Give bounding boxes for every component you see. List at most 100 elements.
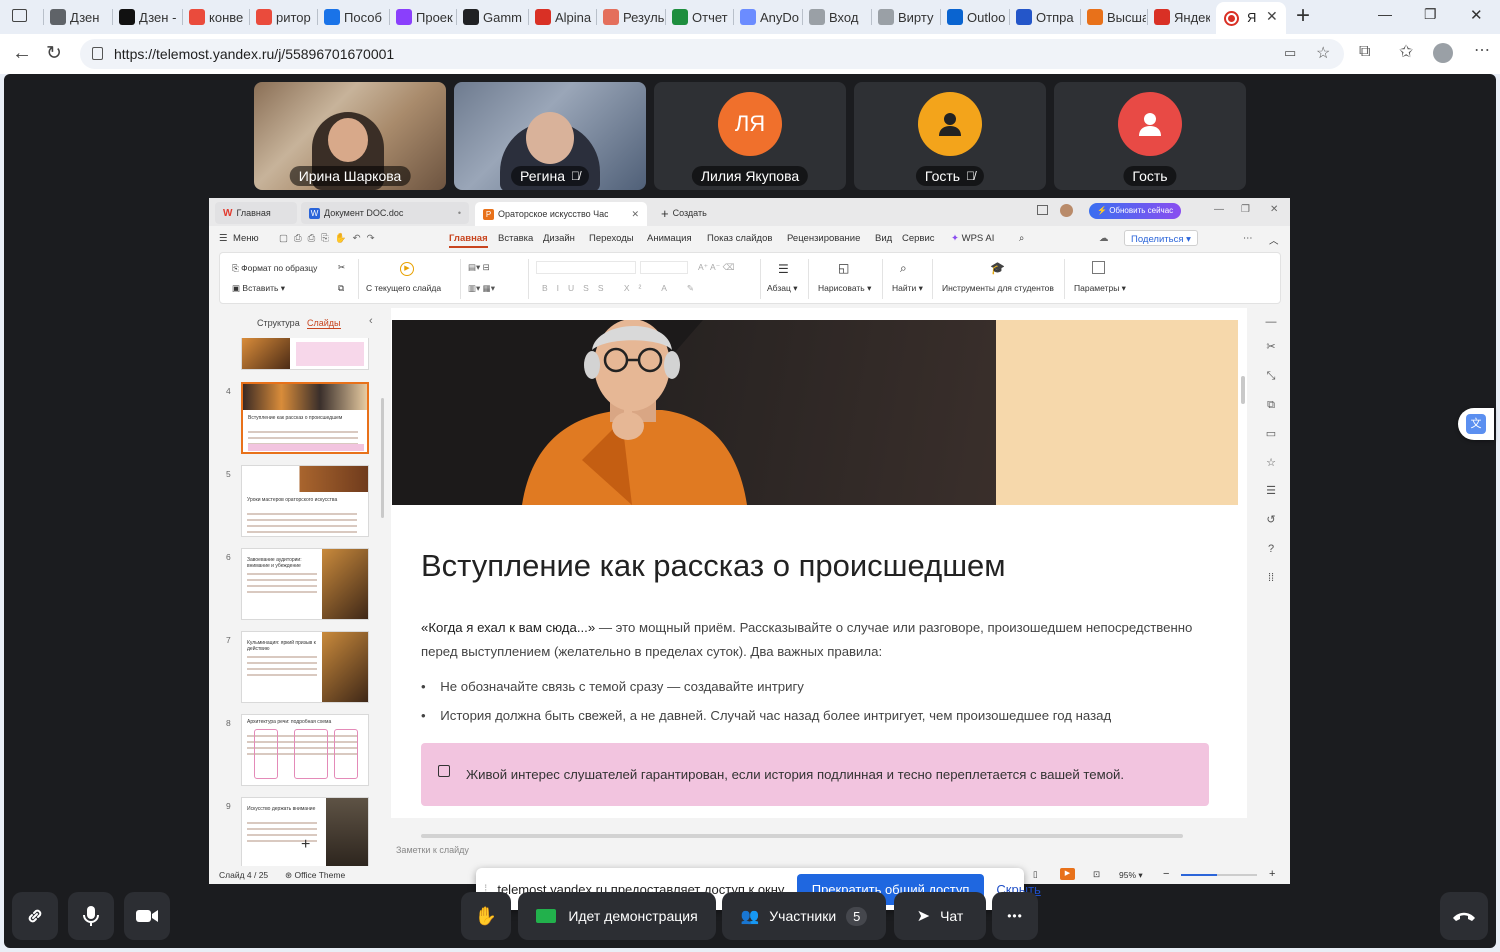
wps-minimize-button[interactable]: — bbox=[1214, 204, 1224, 215]
menu-item-menu[interactable]: Меню bbox=[233, 233, 259, 244]
wps-close-button[interactable]: ✕ bbox=[1270, 204, 1278, 215]
browser-tab[interactable]: Дзен - bbox=[115, 4, 181, 30]
parameters-button[interactable]: Параметры ▾ bbox=[1074, 283, 1126, 294]
share-button[interactable]: Поделиться ▾ bbox=[1124, 230, 1198, 246]
find-icon[interactable]: ⌕ bbox=[900, 261, 907, 276]
slide-thumbnail[interactable]: Архитектура речи: подробная схема bbox=[241, 714, 369, 786]
favorites-icon[interactable]: ☆ bbox=[1265, 457, 1277, 469]
menu-item-animation[interactable]: Анимация bbox=[647, 233, 692, 244]
address-bar[interactable]: https://telemost.yandex.ru/j/55896701670… bbox=[80, 39, 1344, 69]
collapse-panel-icon[interactable]: ‹ bbox=[369, 315, 373, 327]
quick-access-toolbar-icons[interactable]: ▢⎙⎙⎘✋↶↷ bbox=[279, 233, 381, 244]
settings-sliders-icon[interactable]: ☰ bbox=[1265, 485, 1277, 497]
browser-tab[interactable]: Отпра bbox=[1012, 4, 1079, 30]
menu-item-transitions[interactable]: Переходы bbox=[589, 233, 634, 244]
browser-tab[interactable]: Отчет bbox=[668, 4, 732, 30]
translate-icon[interactable]: 文 bbox=[1458, 408, 1494, 440]
browser-tab[interactable]: Вирту bbox=[874, 4, 939, 30]
panel-scrollbar[interactable] bbox=[381, 398, 384, 518]
zoom-slider[interactable] bbox=[1181, 874, 1257, 876]
collapse-ribbon-icon[interactable]: ︿ bbox=[1269, 233, 1279, 247]
search-icon[interactable]: ⌕ bbox=[1019, 233, 1024, 244]
browser-tab[interactable]: Высша bbox=[1083, 4, 1146, 30]
slide-thumbnail[interactable]: Уроки мастеров ораторского искусства bbox=[241, 465, 369, 537]
history-icon[interactable]: ↺ bbox=[1265, 514, 1277, 526]
participant-tile-video[interactable]: Регина 🎙̸ bbox=[454, 82, 646, 190]
font-size-select[interactable] bbox=[640, 261, 688, 274]
notes-icon[interactable]: ▭ bbox=[1265, 428, 1277, 440]
minimize-button[interactable]: — bbox=[1378, 6, 1392, 22]
slide-thumbnail[interactable]: Завоевание аудитории: внимание и убежден… bbox=[241, 548, 369, 620]
menu-item-view[interactable]: Вид bbox=[875, 233, 892, 244]
bookmark-star-icon[interactable]: ☆ bbox=[1316, 43, 1330, 63]
camera-permission-icon[interactable]: ▭ bbox=[1284, 45, 1296, 61]
chat-button[interactable]: ➤ Чат bbox=[894, 892, 986, 940]
update-now-button[interactable]: ⚡ Обновить сейчас bbox=[1089, 203, 1182, 219]
close-window-button[interactable]: ✕ bbox=[1470, 6, 1483, 24]
student-tools-button[interactable]: Инструменты для студентов bbox=[942, 283, 1054, 293]
comments-icon[interactable]: ⧉ bbox=[1265, 399, 1277, 411]
text-format-icons[interactable]: BIUSS X² A ✎ bbox=[542, 283, 703, 294]
wps-tab-home[interactable]: W Главная bbox=[215, 202, 297, 224]
favorites-icon[interactable]: ✩ bbox=[1399, 42, 1413, 62]
microphone-button[interactable] bbox=[68, 892, 114, 940]
copy-icon[interactable]: ⧉ bbox=[338, 283, 344, 294]
find-button[interactable]: Найти ▾ bbox=[892, 283, 923, 294]
slide-thumbnail-partial[interactable] bbox=[241, 338, 369, 370]
more-options-button[interactable]: ••• bbox=[992, 892, 1038, 940]
browser-menu-icon[interactable]: ⋯ bbox=[1474, 40, 1490, 60]
menu-item-tools[interactable]: Сервис bbox=[902, 233, 935, 244]
transform-icon[interactable]: ⤡ bbox=[1265, 370, 1277, 382]
slide-thumbnail[interactable]: Искусство держать внимание bbox=[241, 797, 369, 869]
font-name-select[interactable] bbox=[536, 261, 636, 274]
paragraph-icon[interactable]: ☰ bbox=[778, 262, 789, 276]
help-icon[interactable]: ? bbox=[1265, 543, 1277, 555]
participants-button[interactable]: 👥 Участники 5 bbox=[722, 892, 886, 940]
graduation-cap-icon[interactable]: 🎓 bbox=[990, 261, 1005, 275]
close-tab-icon[interactable]: ✕ bbox=[631, 209, 639, 220]
participant-tile-initials[interactable]: ЛЯ Лилия Якупова bbox=[654, 82, 846, 190]
font-grow-shrink-icons[interactable]: A⁺ A⁻ ⌫ bbox=[698, 262, 735, 273]
apps-grid-icon[interactable]: ⁞⁞ bbox=[1265, 572, 1277, 584]
window-layout-icon[interactable] bbox=[1037, 205, 1048, 215]
parameters-icon[interactable] bbox=[1092, 261, 1105, 274]
slide-notes-area[interactable]: Заметки к слайду bbox=[391, 840, 1247, 860]
vertical-scrollbar[interactable] bbox=[1241, 376, 1245, 404]
tab-actions-icon[interactable] bbox=[12, 9, 27, 22]
fit-window-icon[interactable]: ⊡ bbox=[1093, 869, 1100, 880]
zoom-in-button[interactable]: + bbox=[1269, 868, 1275, 880]
tab-slides[interactable]: Слайды bbox=[307, 318, 341, 329]
cut-icon[interactable]: ✂ bbox=[338, 262, 345, 273]
collapse-sidebar-icon[interactable]: — bbox=[1265, 316, 1277, 328]
browser-tab[interactable]: Outloo bbox=[943, 4, 1008, 30]
play-slideshow-icon[interactable]: ▶ bbox=[400, 262, 414, 276]
browser-tab[interactable]: ритор bbox=[252, 4, 316, 30]
menu-item-slideshow[interactable]: Показ слайдов bbox=[707, 233, 772, 244]
horizontal-scrollbar[interactable] bbox=[421, 834, 1183, 838]
paragraph-button[interactable]: Абзац ▾ bbox=[767, 283, 798, 294]
browser-tab[interactable]: конве bbox=[185, 4, 248, 30]
browser-tab[interactable]: Яндек bbox=[1150, 4, 1210, 30]
current-slide[interactable]: Вступление как рассказ о происшедшем «Ко… bbox=[392, 320, 1238, 818]
profile-avatar-icon[interactable] bbox=[1433, 43, 1453, 63]
menu-item-review[interactable]: Рецензирование bbox=[787, 233, 860, 244]
slide-thumbnail[interactable]: Кульминация: яркий призыв к действию bbox=[241, 631, 369, 703]
tab-outline[interactable]: Структура bbox=[257, 318, 300, 328]
maximize-button[interactable]: ❐ bbox=[1424, 6, 1437, 23]
participant-tile-guest[interactable]: Гость bbox=[1054, 82, 1246, 190]
browser-tab[interactable]: Дзен bbox=[46, 4, 111, 30]
more-options-icon[interactable]: ⋯ bbox=[1243, 233, 1253, 244]
cloud-sync-icon[interactable]: ☁ bbox=[1099, 233, 1109, 244]
back-icon[interactable]: ← bbox=[12, 42, 32, 65]
paste-button[interactable]: ▣ Вставить ▾ bbox=[232, 283, 285, 294]
wps-tab-document[interactable]: W Документ DOC.doc • bbox=[301, 202, 469, 224]
browser-tab[interactable]: AnyDo bbox=[736, 4, 801, 30]
menu-item-insert[interactable]: Вставка bbox=[498, 233, 533, 244]
effects-icon[interactable]: ✂ bbox=[1265, 341, 1277, 353]
browser-tab[interactable]: Gamm bbox=[459, 4, 527, 30]
wps-tab-presentation[interactable]: P Ораторское искусство Час ✕ bbox=[475, 202, 647, 226]
section-icons[interactable]: ▥▾ ▦▾ bbox=[468, 283, 495, 294]
browser-tab[interactable]: Alpina bbox=[531, 4, 595, 30]
browser-tab[interactable]: Резуль bbox=[599, 4, 664, 30]
menu-item-wps-ai[interactable]: ✦ WPS AI bbox=[951, 233, 994, 244]
